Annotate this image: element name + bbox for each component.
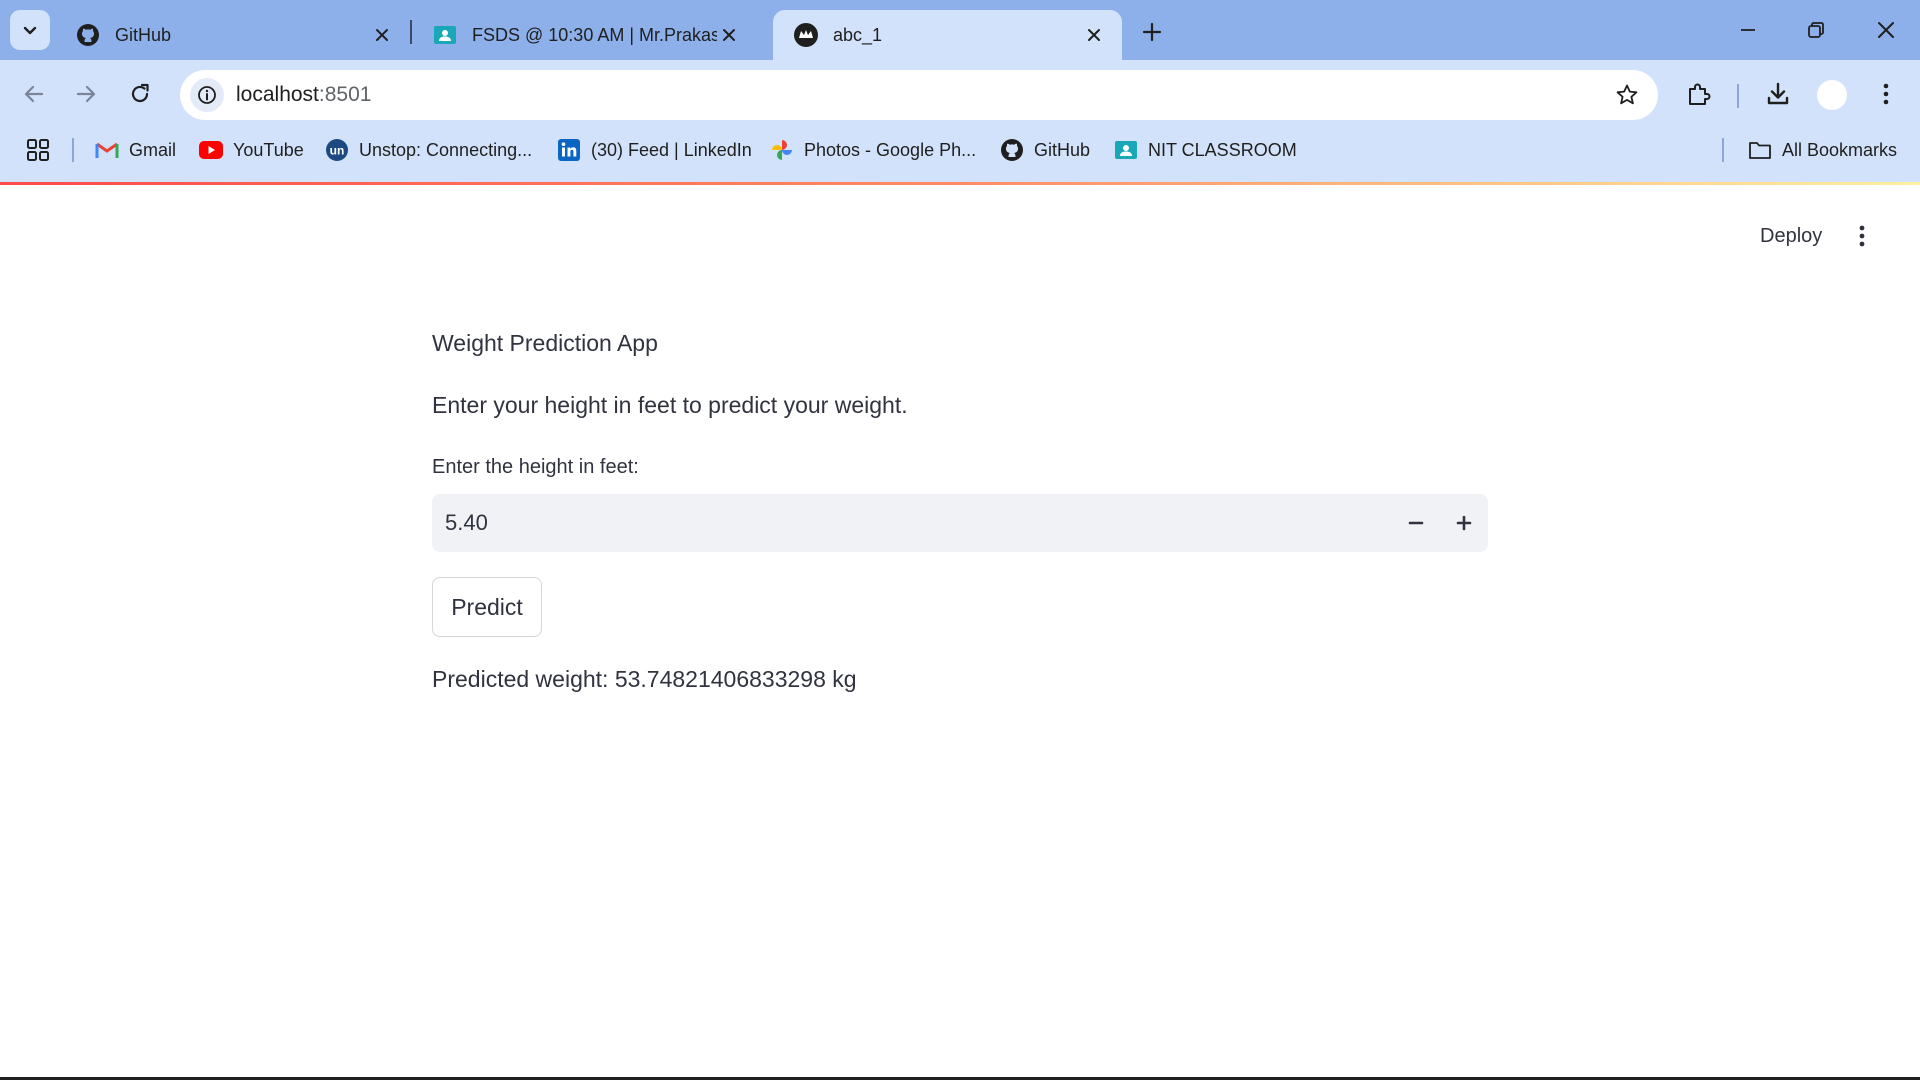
url-host: localhost <box>236 83 319 106</box>
address-bar[interactable]: localhost:8501 <box>180 70 1658 120</box>
bookmark-star-button[interactable] <box>1614 82 1640 108</box>
svg-text:un: un <box>330 144 345 158</box>
bookmark-label: NIT CLASSROOM <box>1148 139 1297 160</box>
star-icon <box>1616 84 1638 105</box>
bookmark-gmail[interactable]: Gmail <box>95 134 176 166</box>
bookmark-label: Unstop: Connecting... <box>359 139 533 160</box>
bookmarks-divider <box>72 138 74 162</box>
url-port: :8501 <box>318 83 372 106</box>
restore-icon <box>1808 22 1824 38</box>
github-icon <box>75 22 101 48</box>
kebab-menu-icon <box>1859 225 1865 247</box>
gmail-icon <box>95 138 119 162</box>
kebab-menu-icon <box>1883 83 1889 105</box>
puzzle-icon <box>1689 83 1711 105</box>
all-bookmarks-button[interactable]: All Bookmarks <box>1748 134 1897 166</box>
all-bookmarks-label: All Bookmarks <box>1782 139 1898 160</box>
height-input-value[interactable]: 5.40 <box>445 510 488 536</box>
forward-button[interactable] <box>64 72 108 116</box>
toolbar-divider <box>1737 84 1739 108</box>
bookmark-nit-classroom[interactable]: NIT CLASSROOM <box>1114 134 1297 166</box>
close-icon[interactable] <box>717 23 741 47</box>
bookmark-label: (30) Feed | LinkedIn <box>591 139 752 160</box>
app-menu-button[interactable] <box>1844 218 1880 254</box>
github-icon <box>1000 138 1024 162</box>
bookmarks-divider <box>1722 138 1724 162</box>
minimize-icon <box>1741 29 1755 31</box>
tab-search-button[interactable] <box>10 10 50 50</box>
youtube-icon <box>199 138 223 162</box>
bookmark-youtube[interactable]: YouTube <box>199 134 304 166</box>
url-text[interactable]: localhost:8501 <box>236 83 371 107</box>
tab-title: abc_1 <box>833 24 883 45</box>
folder-icon <box>1748 138 1772 162</box>
reload-button[interactable] <box>118 72 162 116</box>
streamlit-icon <box>793 22 819 48</box>
tab-title: FSDS @ 10:30 AM | Mr.Prakash Senapathi <box>472 24 717 45</box>
bookmark-github[interactable]: GitHub <box>1000 134 1090 166</box>
profile-avatar[interactable] <box>1817 80 1847 110</box>
height-input-label: Enter the height in feet: <box>432 456 639 478</box>
extensions-button[interactable] <box>1679 74 1719 114</box>
download-icon <box>1767 82 1789 105</box>
reload-icon <box>131 83 149 103</box>
bookmark-label: Gmail <box>129 139 177 160</box>
arrow-right-icon <box>76 85 96 103</box>
app-top-decoration <box>0 182 1920 185</box>
decrement-button[interactable] <box>1396 503 1436 543</box>
downloads-button[interactable] <box>1758 74 1798 114</box>
restore-button[interactable] <box>1792 8 1840 52</box>
classroom-icon <box>432 22 458 48</box>
minimize-button[interactable] <box>1724 8 1772 52</box>
bookmark-linkedin[interactable]: (30) Feed | LinkedIn <box>557 134 752 166</box>
browser-menu-button[interactable] <box>1866 74 1906 114</box>
close-window-button[interactable] <box>1862 8 1910 52</box>
close-icon[interactable] <box>370 23 394 47</box>
site-info-button[interactable] <box>190 78 224 112</box>
back-button[interactable] <box>12 72 56 116</box>
new-tab-button[interactable] <box>1134 14 1170 50</box>
close-icon <box>1878 22 1894 38</box>
unstop-icon: un <box>325 138 349 162</box>
info-icon <box>198 86 216 104</box>
predict-button[interactable]: Predict <box>432 577 542 637</box>
plus-icon <box>1142 22 1162 42</box>
height-number-input[interactable]: 5.40 <box>432 494 1488 552</box>
app-description: Enter your height in feet to predict you… <box>432 392 908 418</box>
bookmark-label: YouTube <box>233 139 304 160</box>
bookmark-google-photos[interactable]: Photos - Google Ph... <box>770 134 976 166</box>
deploy-button[interactable]: Deploy <box>1744 218 1838 254</box>
tab-title: GitHub <box>115 24 172 45</box>
close-icon[interactable] <box>1082 23 1106 47</box>
bookmark-label: GitHub <box>1034 139 1091 160</box>
apps-button[interactable] <box>26 134 50 166</box>
tab-fsds[interactable]: FSDS @ 10:30 AM | Mr.Prakash Senapathi <box>412 10 757 60</box>
google-photos-icon <box>770 138 794 162</box>
apps-grid-icon <box>27 139 49 161</box>
minus-icon <box>1408 521 1424 525</box>
prediction-result: Predicted weight: 53.74821406833298 kg <box>432 666 857 692</box>
linkedin-icon <box>557 138 581 162</box>
bookmark-label: Photos - Google Ph... <box>804 139 977 160</box>
increment-button[interactable] <box>1444 503 1484 543</box>
classroom-icon <box>1114 138 1138 162</box>
arrow-left-icon <box>24 85 44 103</box>
tab-github[interactable]: GitHub <box>55 10 410 60</box>
app-title: Weight Prediction App <box>432 330 658 356</box>
plus-icon <box>1456 515 1472 531</box>
tab-abc-1-active[interactable]: abc_1 <box>773 10 1122 60</box>
chevron-down-icon <box>23 26 37 35</box>
bookmark-unstop[interactable]: un Unstop: Connecting... <box>325 134 532 166</box>
